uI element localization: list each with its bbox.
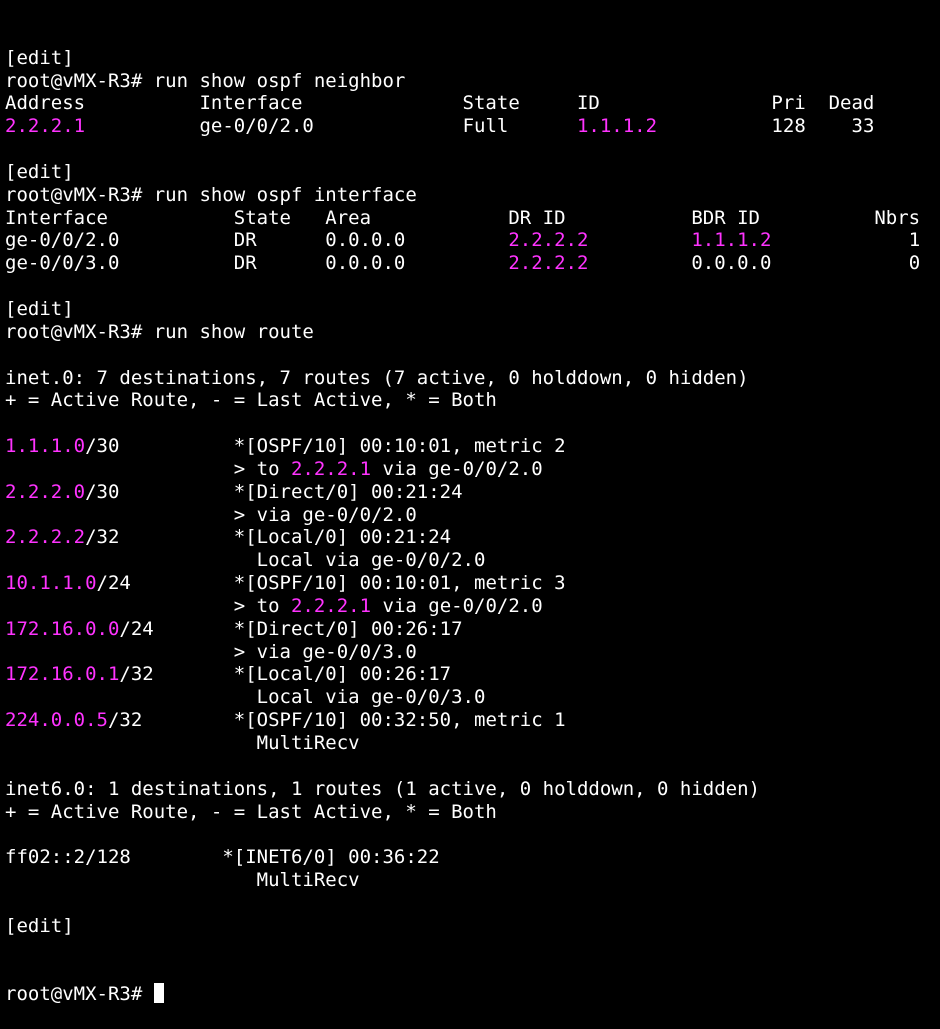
terminal-line: 172.16.0.0/24 *[Direct/0] 00:26:17 — [5, 618, 940, 641]
terminal-line: inet6.0: 1 destinations, 1 routes (1 act… — [5, 778, 940, 801]
terminal-line: MultiRecv — [5, 732, 940, 755]
terminal-line: 172.16.0.1/32 *[Local/0] 00:26:17 — [5, 663, 940, 686]
terminal-line: > via ge-0/0/3.0 — [5, 641, 940, 664]
terminal-text: Interface State Area DR ID BDR ID Nbrs — [5, 206, 921, 229]
terminal-line: 2.2.2.2/32 *[Local/0] 00:21:24 — [5, 526, 940, 549]
terminal-line: 224.0.0.5/32 *[OSPF/10] 00:32:50, metric… — [5, 709, 940, 732]
terminal-text: > to — [5, 594, 291, 617]
highlighted-address: 1.1.1.2 — [691, 229, 772, 252]
highlighted-address: 2.2.2.1 — [290, 594, 372, 617]
terminal-line: root@vMX-R3# run show ospf interface — [5, 184, 940, 207]
highlighted-address: 2.2.2.2 — [5, 526, 86, 549]
terminal-line: Local via ge-0/0/2.0 — [5, 549, 940, 572]
terminal-text: /32 *[Local/0] 00:26:17 — [119, 663, 452, 686]
terminal-window[interactable]: [edit] root@vMX-R3# run show ospf neighbo… — [0, 0, 940, 1005]
terminal-text: ge-0/0/2.0 DR 0.0.0.0 — [5, 229, 509, 252]
terminal-text: 128 33 — [657, 115, 875, 138]
terminal-text: via ge-0/0/2.0 — [371, 457, 543, 480]
terminal-line: ge-0/0/3.0 DR 0.0.0.0 2.2.2.2 0.0.0.0 0 — [5, 252, 940, 275]
terminal-text: + = Active Route, - = Last Active, * = B… — [5, 389, 497, 412]
terminal-text: ge-0/0/2.0 Full — [85, 115, 577, 138]
terminal-text: 1 — [771, 229, 921, 252]
terminal-text: Local via ge-0/0/3.0 — [5, 686, 486, 709]
terminal-text: /30 *[Direct/0] 00:21:24 — [85, 480, 463, 503]
terminal-text: ge-0/0/3.0 DR 0.0.0.0 — [5, 252, 509, 275]
terminal-line: ge-0/0/2.0 DR 0.0.0.0 2.2.2.2 1.1.1.2 1 — [5, 229, 940, 252]
terminal-line: + = Active Route, - = Last Active, * = B… — [5, 389, 940, 412]
terminal-line: root@vMX-R3# run show ospf neighbor — [5, 70, 940, 93]
terminal-line: Address Interface State ID Pri Dead — [5, 92, 940, 115]
command-prompt: root@vMX-R3# — [5, 983, 154, 1006]
terminal-line: 1.1.1.0/30 *[OSPF/10] 00:10:01, metric 2 — [5, 435, 940, 458]
terminal-text: + = Active Route, - = Last Active, * = B… — [5, 800, 497, 823]
highlighted-address: 172.16.0.0 — [5, 617, 120, 640]
text-cursor[interactable] — [153, 983, 164, 1004]
terminal-line: > to 2.2.2.1 via ge-0/0/2.0 — [5, 458, 940, 481]
terminal-line: root@vMX-R3# run show route — [5, 321, 940, 344]
terminal-text: MultiRecv — [5, 732, 360, 754]
terminal-text: > via ge-0/0/2.0 — [5, 503, 417, 526]
terminal-output: [edit] root@vMX-R3# run show ospf neighbo… — [5, 47, 940, 938]
highlighted-address: 2.2.2.1 — [290, 457, 372, 480]
terminal-line: 2.2.2.0/30 *[Direct/0] 00:21:24 — [5, 481, 940, 504]
highlighted-address: 10.1.1.0 — [5, 572, 97, 595]
highlighted-address: 2.2.2.0 — [5, 480, 86, 503]
terminal-text: /32 *[Local/0] 00:21:24 — [85, 526, 452, 549]
terminal-line: Interface State Area DR ID BDR ID Nbrs — [5, 207, 940, 230]
terminal-line: + = Active Route, - = Last Active, * = B… — [5, 801, 940, 824]
terminal-text: MultiRecv — [5, 869, 360, 892]
terminal-text: > via ge-0/0/3.0 — [5, 640, 417, 663]
highlighted-address: 2.2.2.1 — [5, 115, 86, 138]
terminal-text: root@vMX-R3# run show ospf interface — [5, 183, 417, 206]
terminal-text: > to — [5, 457, 291, 480]
terminal-text: /32 *[OSPF/10] 00:32:50, metric 1 — [107, 709, 566, 732]
terminal-line: > to 2.2.2.1 via ge-0/0/2.0 — [5, 595, 940, 618]
terminal-line: inet.0: 7 destinations, 7 routes (7 acti… — [5, 367, 940, 390]
terminal-text: via ge-0/0/2.0 — [371, 594, 543, 617]
terminal-line: Local via ge-0/0/3.0 — [5, 686, 940, 709]
terminal-line: 10.1.1.0/24 *[OSPF/10] 00:10:01, metric … — [5, 572, 940, 595]
terminal-text: [edit] — [5, 160, 74, 183]
terminal-text: /24 *[Direct/0] 00:26:17 — [119, 617, 463, 640]
terminal-line: ff02::2/128 *[INET6/0] 00:36:22 — [5, 846, 940, 869]
highlighted-address: 224.0.0.5 — [5, 709, 108, 732]
command-prompt-line[interactable]: root@vMX-R3# — [5, 983, 940, 1006]
terminal-text: 0.0.0.0 0 — [588, 252, 921, 275]
highlighted-address: 172.16.0.1 — [5, 663, 120, 686]
highlighted-address: 2.2.2.2 — [508, 229, 589, 252]
terminal-text: root@vMX-R3# run show ospf neighbor — [5, 69, 406, 92]
terminal-line: MultiRecv — [5, 869, 940, 892]
terminal-line: [edit] — [5, 915, 940, 938]
terminal-text: inet6.0: 1 destinations, 1 routes (1 act… — [5, 777, 760, 800]
terminal-text: [edit] — [5, 914, 74, 937]
terminal-text: Address Interface State ID Pri Dead — [5, 92, 875, 115]
terminal-text: [edit] — [5, 297, 74, 320]
terminal-text: [edit] — [5, 46, 74, 69]
terminal-line: [edit] — [5, 47, 940, 70]
terminal-line: [edit] — [5, 298, 940, 321]
terminal-line: > via ge-0/0/2.0 — [5, 504, 940, 527]
terminal-line: 2.2.2.1 ge-0/0/2.0 Full 1.1.1.2 128 33 — [5, 115, 940, 138]
terminal-text: ff02::2/128 *[INET6/0] 00:36:22 — [5, 846, 440, 869]
terminal-text: inet.0: 7 destinations, 7 routes (7 acti… — [5, 366, 749, 389]
terminal-text: root@vMX-R3# run show route — [5, 320, 314, 343]
highlighted-address: 2.2.2.2 — [508, 252, 589, 275]
terminal-text: /30 *[OSPF/10] 00:10:01, metric 2 — [85, 435, 566, 458]
highlighted-address: 1.1.1.2 — [576, 115, 658, 138]
terminal-line: [edit] — [5, 161, 940, 184]
highlighted-address: 1.1.1.0 — [5, 435, 86, 458]
terminal-text: /24 *[OSPF/10] 00:10:01, metric 3 — [96, 572, 566, 595]
terminal-text: Local via ge-0/0/2.0 — [5, 549, 486, 572]
